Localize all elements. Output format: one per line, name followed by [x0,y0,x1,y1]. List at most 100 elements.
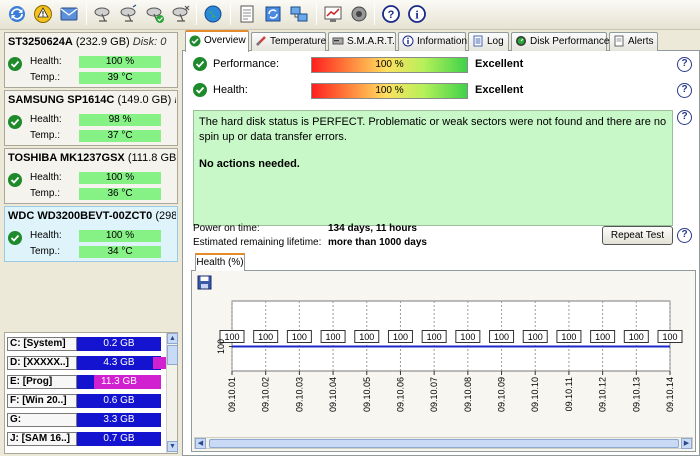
ok-check-icon [8,173,22,187]
disk-item-selected[interactable]: WDC WD3200BEVT-00ZCT0 (298 Health: 100 %… [4,206,178,262]
scroll-left-icon[interactable]: ◀ [195,438,206,449]
drive-label: G: [7,413,77,427]
tab-label: S.M.A.R.T. [347,36,395,47]
health-bar: 100 % [79,56,161,68]
disk-item[interactable]: SAMSUNG SP1614C (149.0 GB) D Health: 98 … [4,90,178,146]
drive-list-scrollbar[interactable]: ▲ ▼ [166,333,178,453]
info-icon[interactable]: i [406,3,428,25]
x-tick-label: 09.10.06 [395,377,405,412]
sat-dish-check-icon[interactable] [144,3,166,25]
tab-information[interactable]: Information [398,32,468,51]
drive-list: C: [System] 0.2 GB D: [XXXXX..] 4.3 GB E… [4,332,178,454]
drive-item[interactable]: C: [System] 0.2 GB [7,337,167,351]
status-text: The hard disk status is PERFECT. Problem… [199,116,667,143]
tab-label: Temperature [270,36,327,47]
disk-size: (149.0 GB) [117,94,172,106]
health-bar: 100 % [311,83,468,99]
temp-label: Temp.: [30,246,61,257]
tab-disk-performance[interactable]: Disk Performance [511,32,610,51]
disk-item[interactable]: ST3250624A (232.9 GB) Disk: 0 Health: 10… [4,32,178,88]
toolbar: ? i [0,0,700,30]
sync-icon[interactable] [262,3,284,25]
tab-label: Alerts [628,36,654,47]
drive-label: F: [Win 20..] [7,394,77,408]
alert-page-icon [614,35,624,47]
tab-label: Disk Performance [530,36,610,47]
drive-free-bar: 3.3 GB [77,413,161,427]
mail-icon[interactable] [58,3,80,25]
ok-check-icon [193,83,207,97]
globe-icon[interactable] [202,3,224,25]
data-label: 100 [292,332,307,342]
x-tick-label: 09.10.12 [598,377,608,412]
ok-check-icon [193,57,207,71]
data-label: 100 [224,332,239,342]
drive-used-segment [153,357,167,369]
performance-label: Performance: [213,58,280,70]
drive-free-bar: 0.7 GB [77,432,161,446]
sat-dish-2-icon[interactable] [118,3,140,25]
action-text: No actions needed. [199,158,300,170]
help-icon[interactable]: ? [677,110,692,125]
refresh-icon[interactable] [6,3,28,25]
tab-label: Log [487,36,504,47]
scroll-down-icon[interactable]: ▼ [167,441,178,452]
ok-check-icon [8,231,22,245]
chart-scrollbar[interactable]: ◀ ▶ [194,437,693,449]
data-label: 100 [528,332,543,342]
disk-name: WDC WD3200BEVT-00ZCT0 [8,210,153,222]
drive-item[interactable]: D: [XXXXX..] 4.3 GB [7,356,167,370]
info-icon [402,35,414,47]
drive-item[interactable]: G: 3.3 GB [7,413,167,427]
temp-bar: 37 °C [79,130,161,142]
x-tick-label: 09.10.08 [463,377,473,412]
document-icon[interactable] [236,3,258,25]
tab-bar: Overview Temperature S.M.A.R.T. Informat… [182,30,700,52]
help-icon[interactable]: ? [677,83,692,98]
tab-temperature[interactable]: Temperature [251,32,326,51]
help-icon[interactable]: ? [677,57,692,72]
x-tick-label: 09.10.09 [497,377,507,412]
temp-bar: 34 °C [79,246,161,258]
sat-dish-x-icon[interactable] [170,3,192,25]
warning-icon[interactable] [32,3,54,25]
tab-label: Information [417,36,468,47]
data-label: 100 [258,332,273,342]
drive-item[interactable]: F: [Win 20..] 0.6 GB [7,394,167,408]
save-icon[interactable] [197,275,212,290]
disk-size: (232.9 GB) [75,36,130,48]
network-icon[interactable] [288,3,310,25]
repeat-test-button[interactable]: Repeat Test [602,226,673,245]
chart-icon[interactable] [322,3,344,25]
sat-dish-1-icon[interactable] [92,3,114,25]
drive-free-bar: 0.2 GB [77,337,161,351]
tab-smart[interactable]: S.M.A.R.T. [328,32,396,51]
disk-name: ST3250624A [8,36,73,48]
disk-item[interactable]: TOSHIBA MK1237GSX (111.8 GB) Health: 100… [4,148,178,204]
health-rating: Excellent [475,84,524,96]
disk-extra: D [174,94,176,106]
health-bar: 100 % [79,230,161,242]
drive-item[interactable]: E: [Prog] 11.3 GB [7,375,167,389]
tab-alerts[interactable]: Alerts [609,32,658,51]
help-icon[interactable]: ? [677,228,692,243]
scroll-thumb[interactable] [167,345,178,365]
lifetime-label: Estimated remaining lifetime: [193,237,322,248]
scroll-thumb[interactable] [209,439,679,448]
drive-free-bar: 0.6 GB [77,394,161,408]
check-circle-icon [189,35,201,47]
disk-extra: Disk: 0 [132,36,167,48]
y-axis-label: 100 [216,339,226,354]
status-box: The hard disk status is PERFECT. Problem… [193,110,673,226]
help-icon[interactable]: ? [380,3,402,25]
scroll-right-icon[interactable]: ▶ [681,438,692,449]
ok-check-icon [8,57,22,71]
data-label: 100 [359,332,374,342]
tab-overview[interactable]: Overview [185,30,249,52]
sound-icon[interactable] [348,3,370,25]
tab-log[interactable]: Log [468,32,509,51]
drive-free-bar: 4.3 GB [77,356,161,370]
tab-health-chart[interactable]: Health (%) [195,253,245,271]
scroll-up-icon[interactable]: ▲ [167,333,178,344]
drive-item[interactable]: J: [SAM 16..] 0.7 GB [7,432,167,446]
